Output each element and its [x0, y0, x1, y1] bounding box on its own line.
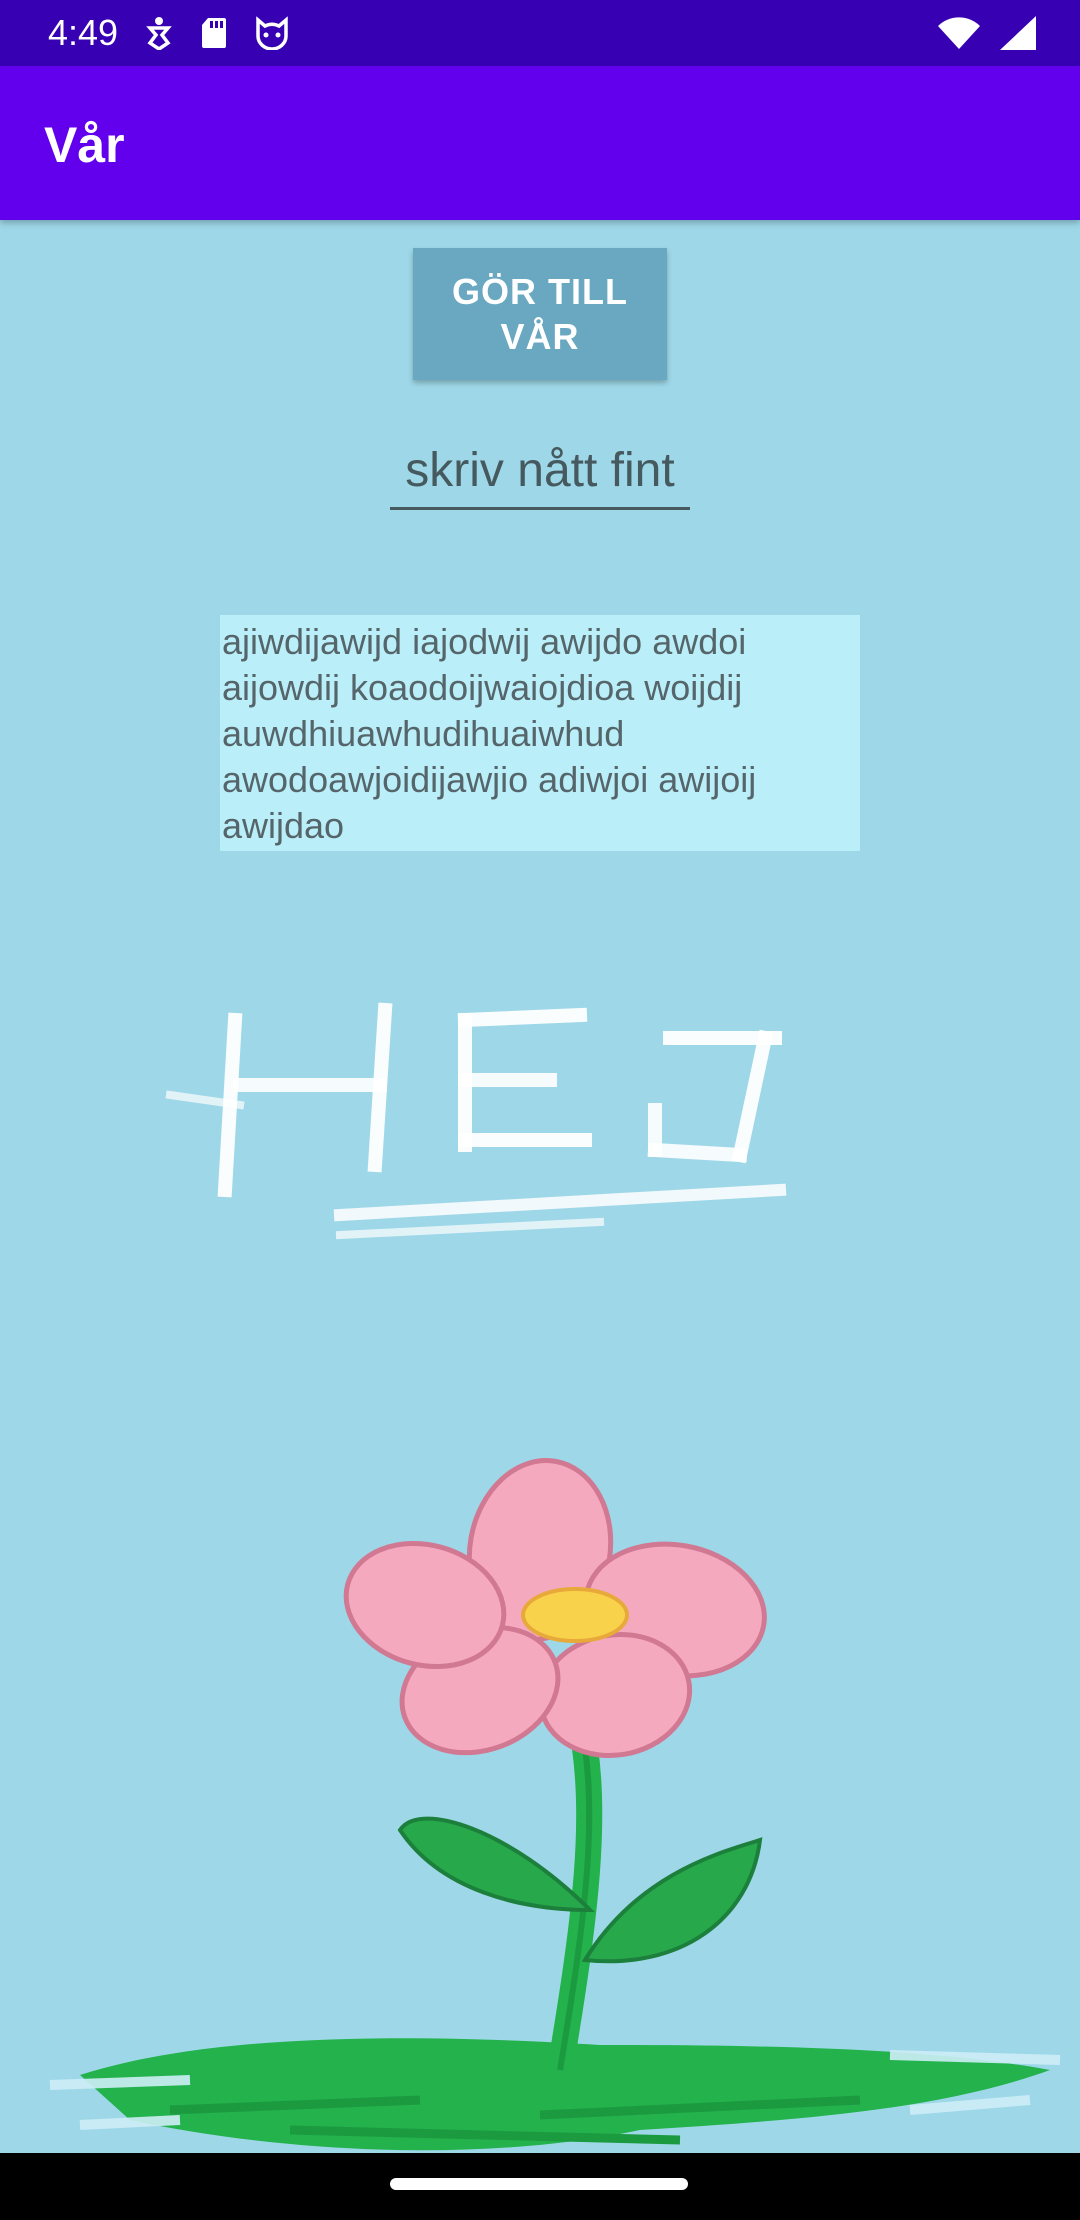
flower-artwork-image: [49, 1002, 1061, 2151]
main-content: GÖR TILL VÅR ajiwdijawijd iajodwij awijd…: [0, 220, 1080, 2153]
sd-card-icon: [200, 16, 228, 50]
wifi-icon: [938, 17, 980, 49]
status-bar: 4:49: [0, 0, 1080, 66]
cell-signal-icon: [1000, 16, 1036, 50]
flower-drawing: [49, 1458, 1061, 2151]
home-gesture-handle[interactable]: [390, 2178, 688, 2190]
hej-lettering: [165, 1002, 787, 1240]
text-paragraph: ajiwdijawijd iajodwij awijdo awdoi aijow…: [220, 615, 860, 851]
app-bar: Vår: [0, 66, 1080, 220]
app-title: Vår: [44, 117, 125, 173]
navigation-bar: [0, 2153, 1080, 2220]
cat-face-icon: [254, 16, 290, 50]
accessibility-icon: [144, 16, 174, 50]
status-left: 4:49: [48, 12, 290, 54]
status-right: [938, 16, 1036, 50]
status-time: 4:49: [48, 12, 119, 53]
make-spring-button[interactable]: GÖR TILL VÅR: [413, 248, 667, 380]
text-input[interactable]: [390, 434, 690, 510]
